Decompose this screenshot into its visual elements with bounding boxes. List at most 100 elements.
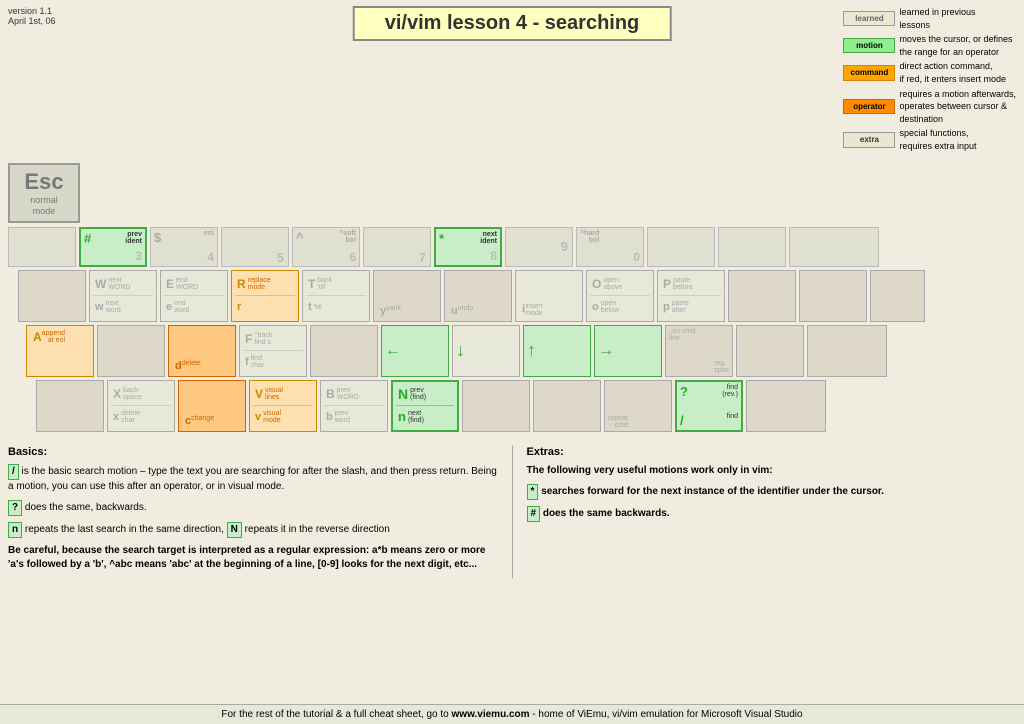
key-f-char: f (245, 356, 249, 368)
key-Y[interactable]: y yank (373, 270, 441, 322)
key-E-top: E endWORD (164, 273, 224, 297)
key-o-bottom: o openbelow (590, 296, 650, 319)
key-backspace[interactable] (789, 227, 879, 267)
key-f-desc: findchar (251, 355, 265, 369)
star-desc: nextident (480, 231, 497, 246)
key-B-char: B (326, 387, 335, 401)
key-X[interactable]: X back-space x deletechar (107, 380, 175, 432)
key-E-desc: endWORD (176, 277, 198, 291)
key-v-char: v (255, 411, 261, 423)
legend-row-motion: motion moves the cursor, or definesthe r… (843, 33, 1016, 58)
key-X-desc: back-space (123, 387, 142, 401)
key-W-top: W nextWORD (93, 273, 153, 297)
extras-col: Extras: The following very useful motion… (527, 445, 1017, 578)
key-W[interactable]: W nextWORD w nextword (89, 270, 157, 322)
number-row: # prevident 3 $ eol 4 5 ^ ^softbol (8, 227, 1016, 267)
key-5[interactable]: 5 (221, 227, 289, 267)
key-B[interactable]: B prevWORD b prevword (320, 380, 388, 432)
num-7: 7 (419, 250, 426, 266)
esc-section: Esc normalmode (0, 159, 1024, 223)
key-dot[interactable]: repeatcmd (604, 380, 672, 432)
esc-key[interactable]: Esc normalmode (8, 163, 80, 223)
esc-label: Esc (24, 169, 63, 195)
legend-desc-extra: special functions,requires extra input (899, 127, 976, 152)
key-shift-right[interactable] (746, 380, 826, 432)
key-N[interactable]: N prev(find) n next(find) (391, 380, 459, 432)
extras-p2: * searches forward for the next instance… (527, 484, 1017, 500)
key-H[interactable]: ← (381, 325, 449, 377)
key-A[interactable]: A appendat eol (26, 325, 94, 377)
key-q[interactable] (18, 270, 86, 322)
key-bracket-right[interactable] (799, 270, 867, 322)
header: version 1.1 April 1st, 06 vi/vim lesson … (0, 0, 1024, 159)
key-I2[interactable]: ↓ (452, 325, 520, 377)
key-E[interactable]: E endWORD e endword (160, 270, 228, 322)
key-quote[interactable] (736, 325, 804, 377)
key-C[interactable]: c change (178, 380, 246, 432)
key-dot-desc: repeatcmd (608, 415, 628, 429)
key-P[interactable]: P pastebefore p pasteafter (657, 270, 725, 322)
key-N-desc: prev(find) (410, 387, 426, 401)
key-d-desc: delete (182, 360, 201, 372)
key-Z[interactable] (36, 380, 104, 432)
key-v-bottom: v visualmode (253, 406, 313, 429)
key-backslash[interactable] (870, 270, 925, 322)
key-equals[interactable] (718, 227, 786, 267)
key-R[interactable]: R replacemode r (231, 270, 299, 322)
key-F[interactable]: F ^backfind c. f findchar (239, 325, 307, 377)
key-X-top: X back-space (111, 383, 171, 407)
key-c-desc: change (191, 415, 214, 427)
key-K[interactable]: ↑ (523, 325, 591, 377)
key-b-bottom: b prevword (324, 406, 384, 429)
key-0-num: 0 (633, 250, 640, 264)
key-dollar[interactable]: $ eol 4 (150, 227, 218, 267)
key-hash[interactable]: # prevident 3 (79, 227, 147, 267)
key-f-bottom: f findchar (243, 351, 303, 374)
key-K-arrow-up: ↑ (527, 340, 536, 361)
qwerty-row: W nextWORD w nextword E endWORD e endwor… (18, 270, 1016, 322)
key-L[interactable]: → (594, 325, 662, 377)
key-slash[interactable]: ? find(rev.) / find (675, 380, 743, 432)
version-info: version 1.1 April 1st, 06 (8, 6, 88, 26)
key-V[interactable]: V visuallines v visualmode (249, 380, 317, 432)
key-A-desc: appendat eol (42, 330, 65, 344)
key-minus[interactable] (647, 227, 715, 267)
key-F-desc: ^backfind c. (254, 332, 273, 346)
key-O-desc: openabove (603, 277, 622, 291)
key-I[interactable]: i insertmode (515, 270, 583, 322)
legend-badge-command: command (843, 65, 895, 80)
key-J-arrow-down: ↓ (456, 340, 465, 361)
key-P-inner: P pastebefore p pasteafter (661, 273, 721, 319)
key-star[interactable]: * nextident 8 (434, 227, 502, 267)
key-O-top: O openabove (590, 273, 650, 297)
key-8-num: 8 (490, 249, 497, 263)
hash-char: # (84, 231, 91, 246)
key-caret[interactable]: ^ ^softbol 6 (292, 227, 360, 267)
key-e-desc: endword (174, 300, 189, 314)
key-E-inner: E endWORD e endword (164, 273, 224, 319)
key-bracket-left[interactable] (728, 270, 796, 322)
key-U[interactable]: u undo (444, 270, 512, 322)
key-p-char: p (663, 301, 670, 313)
key-n-bottom: n next(find) (396, 406, 454, 428)
key-T[interactable]: T back'till t 'till (302, 270, 370, 322)
key-semicolon[interactable]: ;;ex cmdline reg.spec (665, 325, 733, 377)
key-G[interactable] (310, 325, 378, 377)
key-7[interactable]: 7 (363, 227, 431, 267)
legend-desc-learned: learned in previouslessons (899, 6, 975, 31)
key-O[interactable]: O openabove o openbelow (586, 270, 654, 322)
key-M[interactable] (462, 380, 530, 432)
key-9[interactable]: 9 (505, 227, 573, 267)
key-H-arrow: ← (385, 342, 401, 360)
key-tilde[interactable] (8, 227, 76, 267)
key-comma[interactable] (533, 380, 601, 432)
key-R-inner: R replacemode r (235, 273, 295, 319)
basics-p1: / is the basic search motion – type the … (8, 464, 498, 494)
slash-key-inline: / (8, 464, 19, 480)
key-0[interactable]: ^hardbol 0 (576, 227, 644, 267)
key-enter[interactable] (807, 325, 887, 377)
key-S[interactable] (97, 325, 165, 377)
key-p-bottom: p pasteafter (661, 296, 721, 319)
key-B-desc: prevWORD (337, 387, 359, 401)
key-D[interactable]: d delete (168, 325, 236, 377)
